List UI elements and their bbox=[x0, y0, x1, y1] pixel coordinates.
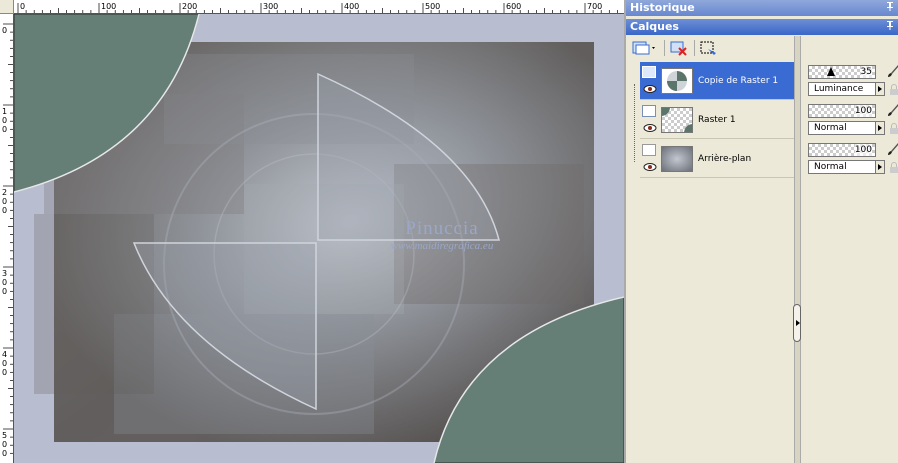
ruler-label: 400 bbox=[344, 2, 359, 11]
vertical-ruler[interactable]: 0100200300400500 bbox=[0, 14, 14, 463]
ruler-label: 0 bbox=[2, 197, 7, 206]
lock-icon[interactable] bbox=[888, 162, 898, 173]
history-panel-title[interactable]: Historique bbox=[626, 0, 898, 16]
ruler-label: 0 bbox=[2, 116, 7, 125]
ruler-label: 0 bbox=[2, 449, 7, 458]
opacity-value: 35 bbox=[860, 66, 872, 78]
layer-properties-icon bbox=[700, 41, 716, 55]
ruler-label: 4 bbox=[2, 350, 7, 359]
ruler-corner bbox=[0, 0, 14, 14]
paintbrush-icon[interactable] bbox=[886, 142, 898, 156]
ruler-label: 0 bbox=[2, 359, 7, 368]
layer-type-icon bbox=[642, 144, 656, 156]
paintbrush-icon[interactable] bbox=[886, 64, 898, 78]
new-layer-icon bbox=[632, 41, 655, 55]
layer-props-row: 100 Normal bbox=[806, 101, 898, 139]
pin-icon[interactable] bbox=[886, 20, 894, 36]
blend-mode-arrow[interactable] bbox=[876, 121, 885, 135]
layer-type-icon bbox=[642, 105, 656, 117]
opacity-slider[interactable]: 100 bbox=[808, 143, 876, 157]
ruler-label: 3 bbox=[2, 269, 7, 278]
ruler-label: 1 bbox=[2, 107, 7, 116]
layer-name: Arrière-plan bbox=[698, 154, 752, 164]
layers-panel-title[interactable]: Calques bbox=[626, 19, 898, 35]
delete-layer-button[interactable] bbox=[668, 38, 690, 58]
layer-thumbnail bbox=[661, 68, 693, 94]
ruler-label: 300 bbox=[263, 2, 278, 11]
ruler-label: 5 bbox=[2, 431, 7, 440]
layer-thumbnail bbox=[661, 107, 693, 133]
eye-icon[interactable] bbox=[643, 84, 657, 94]
pin-icon[interactable] bbox=[886, 1, 894, 17]
layer-tree-line bbox=[634, 84, 636, 162]
paintbrush-icon[interactable] bbox=[886, 103, 898, 117]
delete-layer-icon bbox=[670, 41, 687, 56]
ruler-label: 0 bbox=[2, 287, 7, 296]
history-title: Historique bbox=[630, 1, 695, 14]
layer-name: Raster 1 bbox=[698, 115, 736, 125]
opacity-slider[interactable]: 35 bbox=[808, 65, 876, 79]
ruler-label: 0 bbox=[20, 2, 25, 11]
ruler-label: 0 bbox=[2, 368, 7, 377]
lock-icon[interactable] bbox=[888, 84, 898, 95]
layer-thumbnail bbox=[661, 146, 693, 172]
ruler-label: 0 bbox=[2, 26, 7, 35]
layer-props-row: 35 Luminance bbox=[806, 62, 898, 100]
ruler-label: 200 bbox=[182, 2, 197, 11]
horizontal-ruler[interactable]: 0 100 200 300 400 500 600 700 bbox=[14, 0, 624, 14]
eye-icon[interactable] bbox=[643, 123, 657, 133]
layer-type-icon bbox=[642, 66, 656, 78]
watermark-title: Pinuccia bbox=[405, 218, 479, 239]
eye-icon[interactable] bbox=[643, 162, 657, 172]
splitter-grip[interactable] bbox=[793, 304, 801, 342]
ruler-label: 600 bbox=[506, 2, 521, 11]
ruler-label: 0 bbox=[2, 278, 7, 287]
blend-mode-select[interactable]: Luminance bbox=[808, 82, 876, 96]
blend-mode-arrow[interactable] bbox=[876, 160, 885, 174]
layer-properties-button[interactable] bbox=[698, 38, 720, 58]
opacity-marker bbox=[827, 67, 835, 76]
layer-name: Copie de Raster 1 bbox=[698, 76, 779, 86]
layer-props-row: 100 Normal bbox=[806, 140, 898, 178]
layers-title: Calques bbox=[630, 20, 679, 33]
ruler-label: 2 bbox=[2, 188, 7, 197]
image-canvas[interactable]: Pinuccia www.maidiregrafica.eu bbox=[14, 14, 624, 463]
layer-row[interactable]: Raster 1 bbox=[640, 101, 795, 139]
lock-icon[interactable] bbox=[888, 123, 898, 134]
layer-row[interactable]: Arrière-plan bbox=[640, 140, 795, 178]
blend-mode-select[interactable]: Normal bbox=[808, 160, 876, 174]
opacity-value: 100 bbox=[854, 144, 872, 156]
layers-list: Copie de Raster 1 Raster 1 Arrière-plan bbox=[640, 62, 802, 463]
ruler-label: 0 bbox=[2, 125, 7, 134]
horizontal-ruler-ticks: 0 100 200 300 400 500 600 700 bbox=[17, 2, 618, 13]
ruler-label: 700 bbox=[587, 2, 602, 11]
ruler-label: 500 bbox=[425, 2, 440, 11]
watermark-url: www.maidiregrafica.eu bbox=[390, 240, 494, 252]
ruler-label: 0 bbox=[2, 206, 7, 215]
ruler-label: 0 bbox=[2, 440, 7, 449]
opacity-slider[interactable]: 100 bbox=[808, 104, 876, 118]
ruler-label: 100 bbox=[101, 2, 116, 11]
right-dock: Historique Calques Copie de Raster 1 Ras… bbox=[624, 0, 898, 463]
blend-mode-arrow[interactable] bbox=[876, 82, 885, 96]
layers-toolbar bbox=[626, 36, 898, 60]
new-layer-button[interactable] bbox=[630, 38, 660, 58]
blend-mode-select[interactable]: Normal bbox=[808, 121, 876, 135]
opacity-value: 100 bbox=[854, 105, 872, 117]
layer-row[interactable]: Copie de Raster 1 bbox=[640, 62, 795, 100]
panel-splitter[interactable] bbox=[793, 36, 801, 463]
vertical-ruler-ticks: 0100200300400500 bbox=[2, 23, 13, 458]
